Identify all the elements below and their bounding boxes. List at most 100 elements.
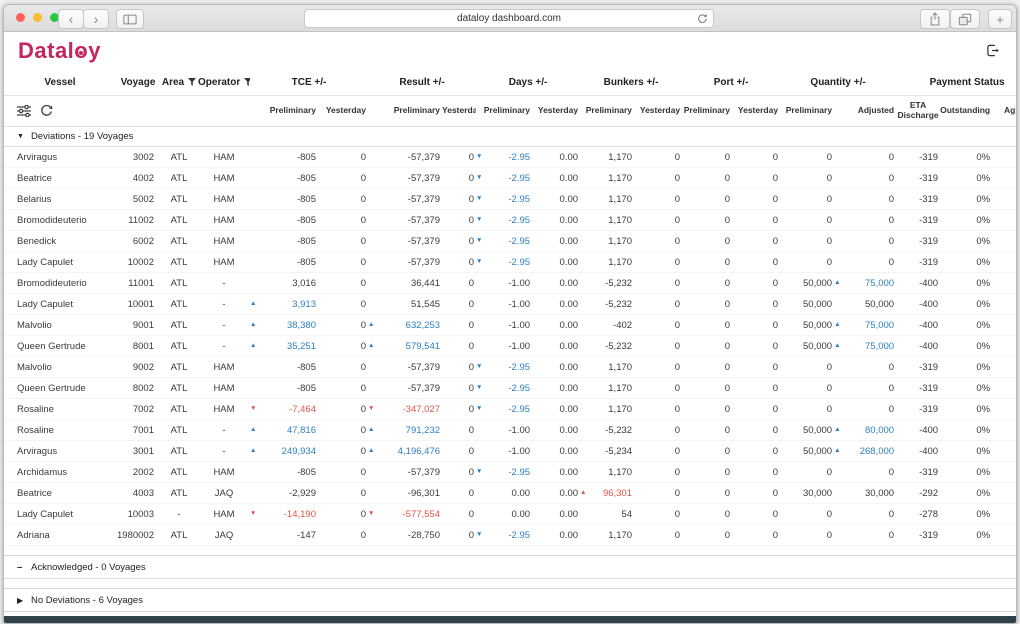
area-cell: ATL: [160, 420, 198, 441]
close-button[interactable]: [16, 13, 25, 22]
subheader-eta-discharge[interactable]: ETA Discharge: [896, 96, 940, 127]
subheader-quantity-adjusted[interactable]: Adjusted: [834, 96, 896, 127]
tce-preliminary-cell: ▲38,380: [250, 315, 318, 336]
days-yesterday-cell: 0.00: [532, 147, 580, 168]
minus-icon[interactable]: –: [17, 562, 31, 573]
table-row[interactable]: Beatrice4002ATLHAM-8050-57,3790▼-2.950.0…: [4, 168, 1016, 189]
table-row[interactable]: Rosaline7001ATL-▲47,8160▲791,2320-1.000.…: [4, 420, 1016, 441]
col-header-result[interactable]: Result +/-: [368, 70, 476, 96]
col-header-days[interactable]: Days +/-: [476, 70, 580, 96]
port-yesterday-cell: 0: [732, 273, 780, 294]
tce-yesterday-cell: 0: [318, 210, 368, 231]
subheader-outstanding[interactable]: Outstanding: [940, 96, 992, 127]
expand-triangle-icon[interactable]: ▶: [17, 596, 31, 605]
section-deviations[interactable]: ▼Deviations - 19 Voyages: [4, 127, 1016, 147]
table-row[interactable]: Malvolio9002ATLHAM-8050-57,3790▼-2.950.0…: [4, 357, 1016, 378]
reload-icon[interactable]: [697, 13, 708, 24]
subheader-result-preliminary[interactable]: Preliminary: [368, 96, 442, 127]
url-bar[interactable]: dataloy dashboard.com: [304, 9, 714, 28]
col-header-vessel[interactable]: Vessel: [4, 70, 116, 96]
back-button[interactable]: ‹: [58, 9, 84, 29]
table-row[interactable]: Lady Capulet10003-HAM▼-14,1900▼-577,5540…: [4, 504, 1016, 525]
table-row[interactable]: Queen Gertrude8001ATL-▲35,2510▲579,5410-…: [4, 336, 1016, 357]
aging-cell: 0: [992, 273, 1016, 294]
subheader-bunkers-yesterday[interactable]: Yesterday: [634, 96, 682, 127]
section-acknowledged[interactable]: – Acknowledged - 0 Voyages: [4, 555, 1016, 579]
outstanding-cell: 0%: [940, 273, 992, 294]
table-row[interactable]: Beatrice4003ATLJAQ-2,9290-96,30100.000.0…: [4, 483, 1016, 504]
table-row[interactable]: Arviragus3001ATL-▲249,9340▲4,196,4760-1.…: [4, 441, 1016, 462]
subheader-port-yesterday[interactable]: Yesterday: [732, 96, 780, 127]
col-header-area[interactable]: Area: [160, 70, 198, 96]
result-preliminary-cell: -57,379: [368, 231, 442, 252]
bunkers-preliminary-cell: -5,232: [580, 273, 634, 294]
filter-icon[interactable]: [188, 78, 196, 86]
collapse-triangle-icon[interactable]: ▼: [17, 133, 24, 140]
table-row[interactable]: Bromodideuterio11002ATLHAM-8050-57,3790▼…: [4, 210, 1016, 231]
bunkers-preliminary-cell: -5,232: [580, 294, 634, 315]
logout-button[interactable]: [986, 44, 1000, 62]
table-row[interactable]: Benedick6002ATLHAM-8050-57,3790▼-2.950.0…: [4, 231, 1016, 252]
outstanding-cell: 0%: [940, 336, 992, 357]
table-row[interactable]: Bromodideuterio11001ATL-3,016036,4410-1.…: [4, 273, 1016, 294]
sidebar-toggle-button[interactable]: [116, 9, 144, 29]
tce-yesterday-cell: 0: [318, 378, 368, 399]
table-row[interactable]: Adriana1980002ATLJAQ-1470-28,7500▼-2.950…: [4, 525, 1016, 546]
table-row[interactable]: Malvolio9001ATL-▲38,3800▲632,2530-1.000.…: [4, 315, 1016, 336]
tab-overview-button[interactable]: [950, 9, 980, 29]
subheader-bunkers-preliminary[interactable]: Preliminary: [580, 96, 634, 127]
port-yesterday-cell: 0: [732, 462, 780, 483]
result-preliminary-cell: ▲4,196,476: [368, 441, 442, 462]
col-header-voyage[interactable]: Voyage: [116, 70, 160, 96]
eta-discharge-cell: -319: [896, 252, 940, 273]
subheader-aging[interactable]: Aging: [992, 96, 1016, 127]
col-header-quantity[interactable]: Quantity +/-: [780, 70, 896, 96]
table-row[interactable]: Lady Capulet10002ATLHAM-8050-57,3790▼-2.…: [4, 252, 1016, 273]
subheader-days-yesterday[interactable]: Yesterday: [532, 96, 580, 127]
forward-button[interactable]: ›: [83, 9, 109, 29]
result-preliminary-cell: -57,379: [368, 189, 442, 210]
subheader-quantity-preliminary[interactable]: Preliminary: [780, 96, 834, 127]
filter-icon[interactable]: [244, 78, 250, 86]
section-no-deviations[interactable]: ▶ No Deviations - 6 Voyages: [4, 588, 1016, 612]
column-settings-icon[interactable]: [17, 105, 31, 117]
subheader-tce-yesterday[interactable]: Yesterday: [318, 96, 368, 127]
table-row[interactable]: Lady Capulet10001ATL-▲3,913051,5450-1.00…: [4, 294, 1016, 315]
refresh-icon[interactable]: [40, 105, 53, 118]
col-header-tce[interactable]: TCE +/-: [250, 70, 368, 96]
subheader-result-yesterday[interactable]: Yesterday: [442, 96, 476, 127]
table-row[interactable]: Rosaline7002ATLHAM▼-7,4640▼-347,0270▼-2.…: [4, 399, 1016, 420]
up-arrow-icon: ▲: [368, 343, 376, 350]
col-header-bunkers[interactable]: Bunkers +/-: [580, 70, 682, 96]
subheader-tce-preliminary[interactable]: Preliminary: [250, 96, 318, 127]
down-arrow-icon: ▼: [476, 532, 484, 539]
minimize-button[interactable]: [33, 13, 42, 22]
port-yesterday-cell: 0: [732, 357, 780, 378]
table-row[interactable]: Archidamus2002ATLHAM-8050-57,3790▼-2.950…: [4, 462, 1016, 483]
days-yesterday-cell: 0.00: [532, 231, 580, 252]
bunkers-preliminary-cell: 1,170: [580, 357, 634, 378]
area-cell: ATL: [160, 294, 198, 315]
table-row[interactable]: Arviragus3002ATLHAM-8050-57,3790▼-2.950.…: [4, 147, 1016, 168]
bunkers-yesterday-cell: 0: [634, 357, 682, 378]
col-header-operator[interactable]: Operator: [198, 70, 250, 96]
table-row[interactable]: Belarius5002ATLHAM-8050-57,3790▼-2.950.0…: [4, 189, 1016, 210]
up-arrow-icon: ▲: [250, 448, 258, 455]
operator-cell: -: [198, 420, 250, 441]
col-header-port[interactable]: Port +/-: [682, 70, 780, 96]
col-header-payment-status[interactable]: Payment Status: [896, 70, 1016, 96]
subheader-port-preliminary[interactable]: Preliminary: [682, 96, 732, 127]
bunkers-preliminary-cell: -5,232: [580, 336, 634, 357]
subheader-days-preliminary[interactable]: Preliminary: [476, 96, 532, 127]
bunkers-yesterday-cell: 0: [634, 315, 682, 336]
share-button[interactable]: [920, 9, 950, 29]
table-row[interactable]: Queen Gertrude8002ATLHAM-8050-57,3790▼-2…: [4, 378, 1016, 399]
operator-cell: HAM: [198, 147, 250, 168]
port-yesterday-cell: 0: [732, 168, 780, 189]
tce-yesterday-cell: 0: [318, 399, 368, 420]
up-arrow-icon: ▲: [834, 427, 842, 434]
new-tab-button[interactable]: +: [988, 9, 1012, 29]
quantity-adjusted-cell: 0: [834, 378, 896, 399]
voyage-cell: 3002: [116, 147, 160, 168]
tce-preliminary-cell: -805: [250, 357, 318, 378]
